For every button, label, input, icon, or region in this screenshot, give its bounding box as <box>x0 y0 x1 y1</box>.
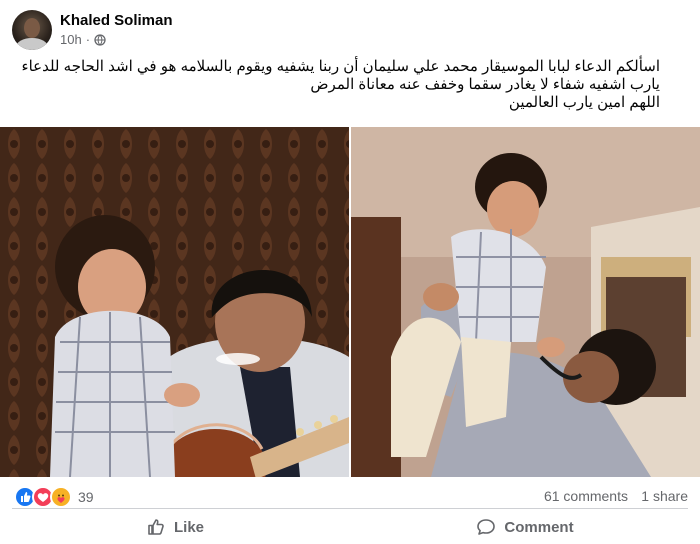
comment-button[interactable]: Comment <box>350 510 700 544</box>
post-photos <box>0 127 700 477</box>
avatar-shirt <box>16 38 48 50</box>
meta-separator: · <box>85 32 91 47</box>
post-text-line: اسألكم الدعاء لبابا الموسيقار محمد علي س… <box>21 58 660 75</box>
author-avatar[interactable] <box>12 10 52 50</box>
author-name[interactable]: Khaled Soliman <box>60 12 173 29</box>
reactions-summary[interactable]: 39 <box>14 486 94 508</box>
shares-count[interactable]: 1 share <box>641 488 688 504</box>
photo-left-illustration <box>0 127 349 477</box>
post-stats: 39 61 comments 1 share <box>0 484 700 508</box>
post-text-line: اللهم امين يارب العالمين <box>508 94 660 111</box>
globe-icon <box>94 33 106 46</box>
like-button-label: Like <box>173 518 204 536</box>
post-actions: Like Comment <box>0 510 700 544</box>
photo-father-lifting-child[interactable] <box>351 127 700 477</box>
post-meta: 10h · <box>60 32 106 47</box>
post-text: اسألكم الدعاء لبابا الموسيقار محمد علي س… <box>21 58 660 112</box>
avatar-face <box>24 18 40 38</box>
reactions-count: 39 <box>78 489 94 505</box>
photo-right-illustration <box>351 127 700 477</box>
comments-count[interactable]: 61 comments <box>544 488 628 504</box>
photo-father-with-oud[interactable] <box>0 127 349 477</box>
comment-button-label: Comment <box>504 518 574 536</box>
post-text-line: يارب اشفيه شفاء لا يغادر سقما وخفف عنه م… <box>310 76 660 93</box>
post-options-button[interactable] <box>658 14 686 42</box>
post-time[interactable]: 10h <box>60 32 82 47</box>
comment-icon <box>477 519 496 535</box>
care-icon <box>50 486 72 508</box>
thumbs-up-icon <box>148 519 164 535</box>
like-button[interactable]: Like <box>0 510 350 544</box>
actions-divider <box>12 508 688 509</box>
